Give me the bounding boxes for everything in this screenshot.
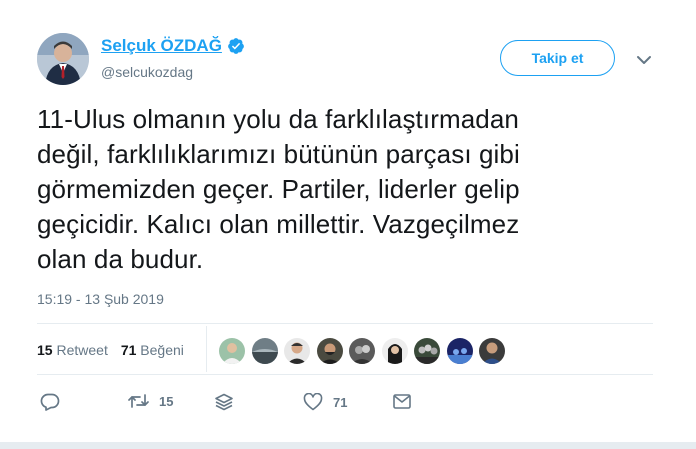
like-stat-label: Beğeni bbox=[140, 342, 184, 358]
liker-avatar[interactable] bbox=[219, 338, 245, 364]
author-handle[interactable]: @selcukozdag bbox=[101, 64, 193, 80]
author-name-row: Selçuk ÖZDAĞ bbox=[101, 36, 245, 56]
chevron-down-icon[interactable] bbox=[636, 52, 652, 64]
author-avatar[interactable] bbox=[37, 33, 89, 85]
like-action-count: 71 bbox=[333, 394, 348, 410]
liker-avatar[interactable] bbox=[251, 338, 278, 364]
engagement-stats: 15 Retweet 71 Beğeni bbox=[37, 342, 184, 358]
stack-icon bbox=[215, 393, 233, 411]
liker-avatar[interactable] bbox=[284, 338, 310, 364]
divider-bottom bbox=[37, 374, 653, 375]
liker-avatar[interactable] bbox=[479, 338, 505, 364]
retweet-stat-count: 15 bbox=[37, 342, 53, 358]
retweet-stat-label: Retweet bbox=[56, 342, 108, 358]
like-stat-count: 71 bbox=[120, 342, 137, 358]
tweet-card: Selçuk ÖZDAĞ @selcukozdag Takip et 11-Ul… bbox=[0, 0, 696, 449]
heart-icon bbox=[303, 393, 323, 411]
liker-avatar[interactable] bbox=[316, 338, 343, 364]
envelope-icon bbox=[393, 394, 411, 409]
verified-badge-icon bbox=[227, 37, 245, 55]
liker-avatar[interactable] bbox=[446, 338, 473, 364]
follow-button[interactable]: Takip et bbox=[500, 40, 615, 76]
reply-button[interactable] bbox=[40, 393, 60, 411]
liker-avatar[interactable] bbox=[414, 338, 440, 364]
retweet-icon bbox=[128, 394, 149, 408]
direct-message-button[interactable] bbox=[393, 394, 411, 409]
liker-avatar[interactable] bbox=[349, 338, 375, 364]
card-bottom-border bbox=[0, 442, 696, 449]
like-button[interactable]: 71 bbox=[303, 393, 347, 411]
liker-avatar[interactable] bbox=[381, 338, 408, 364]
like-stat[interactable]: 71 Beğeni bbox=[121, 342, 184, 358]
tweet-text: 11-Ulus olmanın yolu da farklılaştırmada… bbox=[37, 104, 520, 274]
retweet-button[interactable]: 15 bbox=[128, 393, 173, 409]
tweet-timestamp[interactable]: 15:19 - 13 Şub 2019 bbox=[37, 291, 164, 307]
liker-avatars bbox=[219, 338, 512, 364]
retweet-action-count: 15 bbox=[159, 393, 174, 409]
retweet-stat[interactable]: 15 Retweet bbox=[37, 342, 108, 358]
author-name[interactable]: Selçuk ÖZDAĞ bbox=[101, 36, 222, 56]
tweet-actions: 15 71 bbox=[0, 392, 696, 414]
divider-top bbox=[37, 323, 653, 324]
reply-icon bbox=[40, 393, 60, 411]
stack-button[interactable] bbox=[214, 393, 234, 411]
stats-separator bbox=[206, 326, 207, 372]
